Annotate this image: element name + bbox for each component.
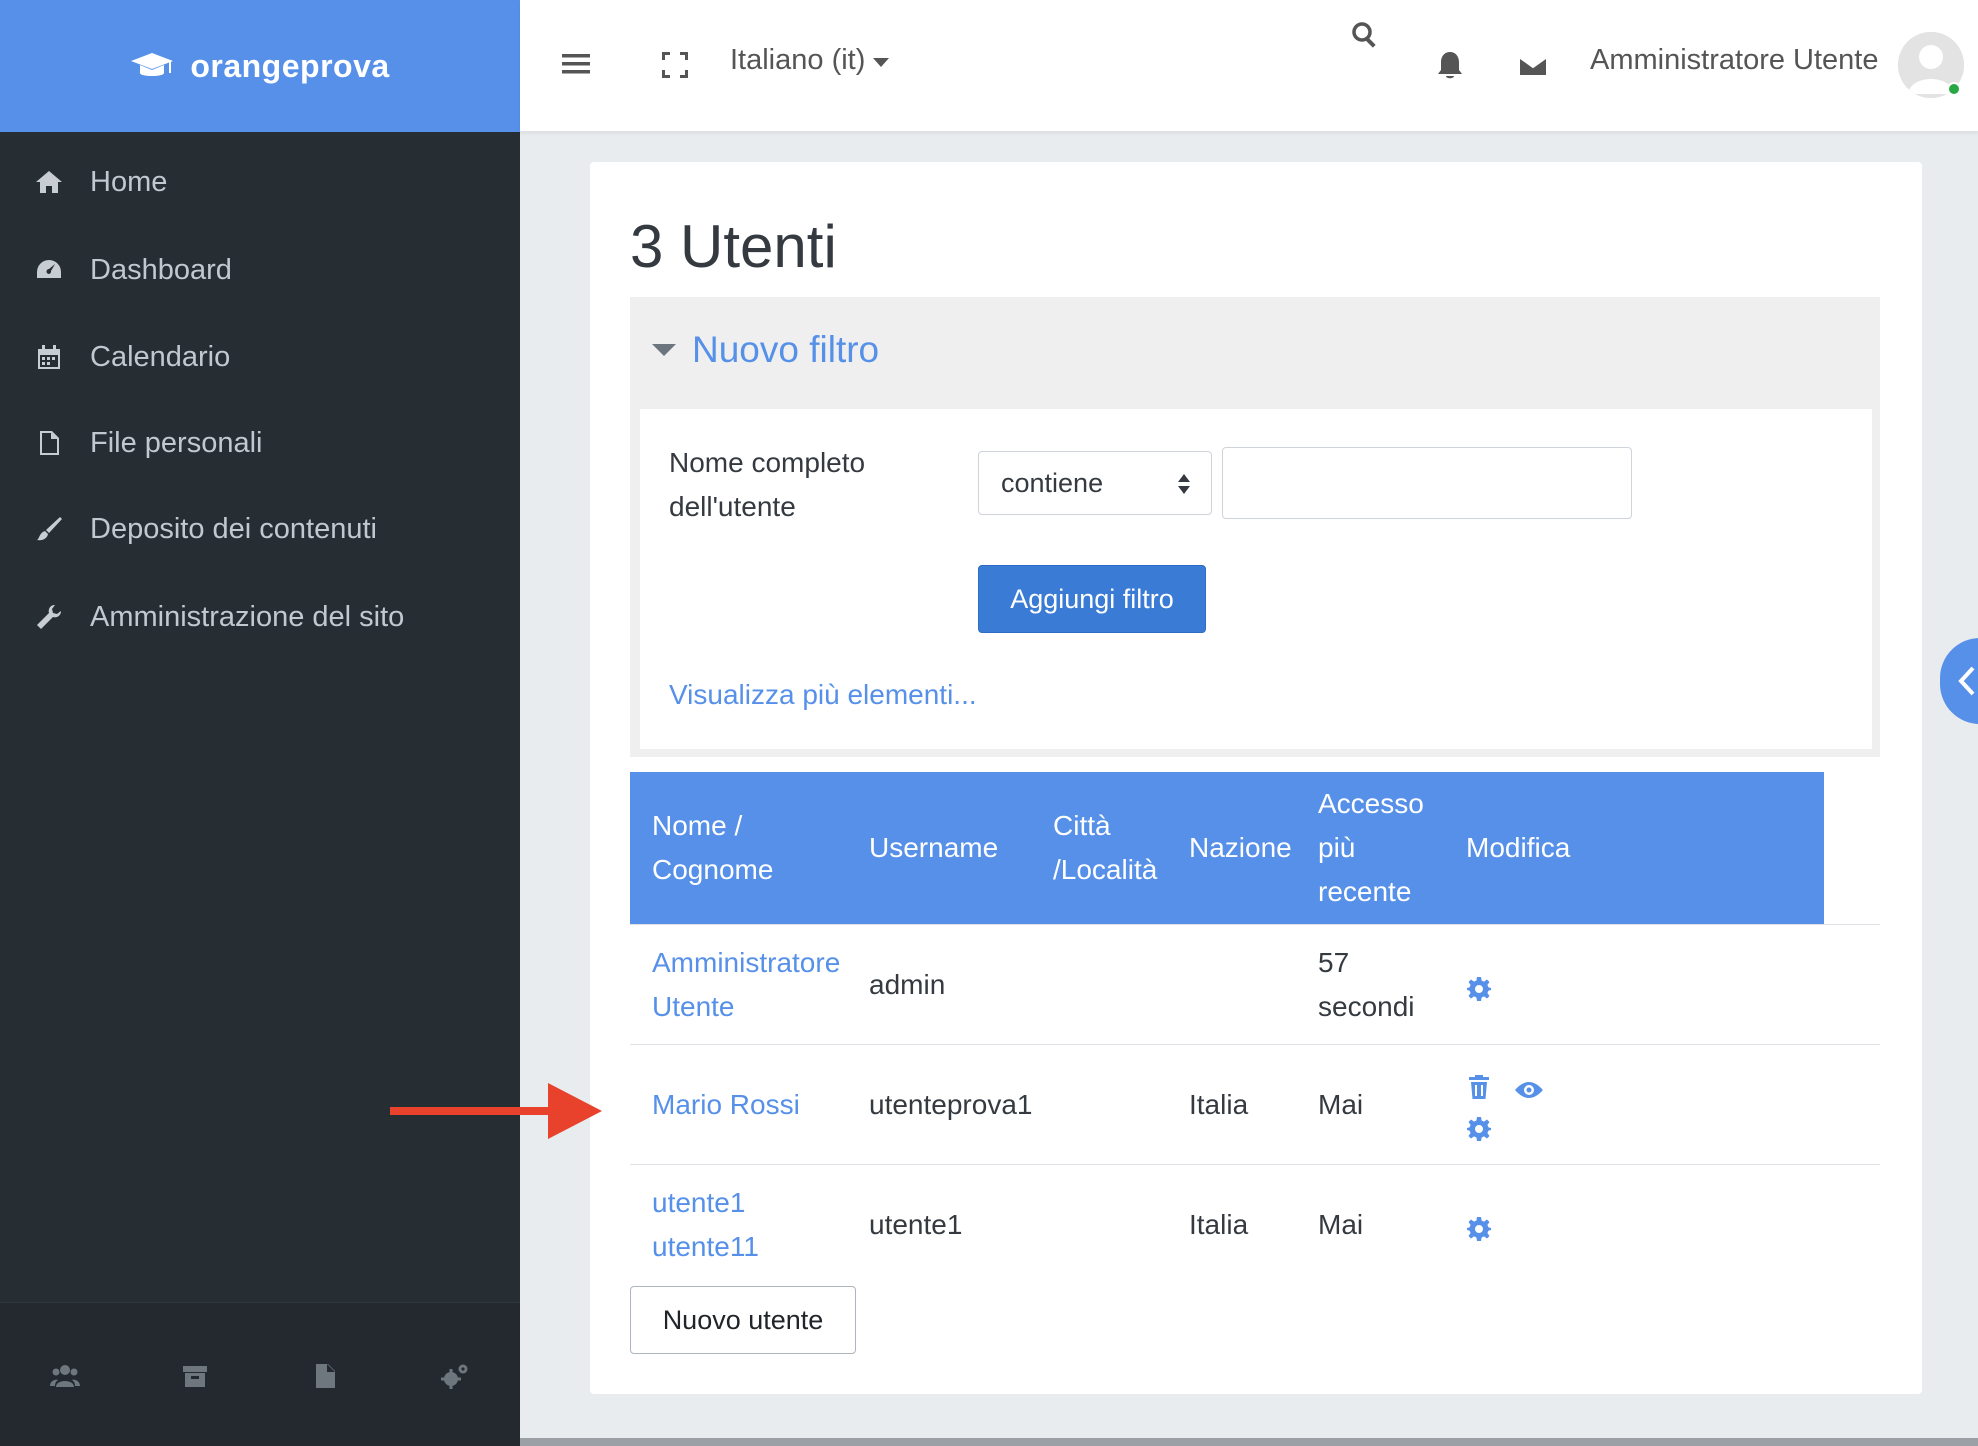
- table-header: Nome / Cognome Username Città /Località …: [630, 772, 1824, 924]
- last-access-cell: Mai: [1318, 1088, 1364, 1120]
- sidebar: Home Dashboard Calendario File personali…: [0, 132, 520, 1446]
- filter-field-label: Nome completo dell'utente: [669, 447, 866, 522]
- dashboard-icon: [32, 253, 66, 287]
- brand-header[interactable]: orangeprova: [0, 0, 520, 132]
- filter-value-input[interactable]: [1222, 447, 1632, 519]
- sidebar-item-deposito[interactable]: Deposito dei contenuti: [0, 484, 520, 574]
- column-header-city[interactable]: Città /Località: [1053, 772, 1163, 924]
- search-icon[interactable]: [1350, 20, 1380, 50]
- country-cell: Italia: [1189, 1088, 1249, 1120]
- sidebar-item-label: Home: [90, 165, 168, 198]
- select-updown-icon: [1178, 474, 1190, 494]
- annotation-arrow-icon: [390, 1083, 602, 1139]
- collapse-triangle-icon: [652, 344, 676, 356]
- username-cell: admin: [869, 968, 946, 1000]
- table-row: Amministratore Utente admin 57 secondi: [630, 924, 1880, 1044]
- menu-toggle-icon[interactable]: [562, 52, 590, 76]
- paintbrush-icon: [32, 512, 66, 546]
- last-access-cell: 57 secondi: [1318, 946, 1415, 1022]
- notifications-bell-icon[interactable]: [1436, 50, 1464, 80]
- user-menu[interactable]: Amministratore Utente: [1590, 44, 1879, 77]
- settings-gear-icon[interactable]: [1466, 1211, 1494, 1241]
- table-row: Mario Rossi utenteprova1 Italia Mai: [630, 1044, 1880, 1164]
- city-cell: [1053, 1045, 1163, 1164]
- language-label: Italiano (it): [730, 44, 866, 76]
- filter-operator-value: contiene: [1001, 467, 1104, 498]
- page-title: 3 Utenti: [630, 213, 837, 280]
- sidebar-item-amministrazione[interactable]: Amministrazione del sito: [0, 572, 520, 662]
- view-eye-icon[interactable]: [1514, 1069, 1548, 1098]
- page-bottom-edge: [520, 1438, 1978, 1446]
- user-name-link[interactable]: Mario Rossi: [652, 1083, 800, 1127]
- country-cell: [1189, 925, 1309, 1044]
- user-name-link[interactable]: utente1 utente11: [652, 1181, 852, 1269]
- show-more-link[interactable]: Visualizza più elementi...: [669, 679, 977, 711]
- filter-legend-label: Nuovo filtro: [692, 329, 880, 370]
- filter-legend-toggle[interactable]: Nuovo filtro: [652, 329, 879, 371]
- sidebar-item-calendar[interactable]: Calendario: [0, 312, 520, 402]
- sidebar-item-label: Deposito dei contenuti: [90, 512, 377, 545]
- column-header-username[interactable]: Username: [869, 772, 1039, 924]
- language-menu[interactable]: Italiano (it): [730, 44, 890, 77]
- filter-operator-select[interactable]: contiene: [978, 451, 1212, 515]
- settings-gear-icon[interactable]: [1466, 971, 1494, 1001]
- chevron-left-icon: [1958, 666, 1975, 696]
- sidebar-item-home[interactable]: Home: [0, 137, 520, 227]
- filter-form: Nome completo dell'utente contiene Aggiu…: [640, 409, 1872, 749]
- column-header-country[interactable]: Nazione: [1189, 772, 1309, 924]
- country-cell: Italia: [1189, 1208, 1249, 1240]
- sidebar-item-label: Amministrazione del sito: [90, 600, 405, 633]
- messages-envelope-icon[interactable]: [1518, 54, 1548, 78]
- column-header-edit: Modifica: [1466, 832, 1571, 863]
- calendar-icon: [32, 340, 66, 374]
- users-icon[interactable]: [48, 1359, 82, 1393]
- graduation-cap-icon: [131, 53, 174, 76]
- settings-gear-icon[interactable]: [1466, 1111, 1494, 1141]
- document-icon[interactable]: [308, 1359, 342, 1393]
- caret-down-icon: [873, 58, 890, 67]
- drawer-toggle-button[interactable]: [1940, 638, 1978, 724]
- sidebar-item-label: File personali: [90, 426, 263, 459]
- main-content-card: 3 Utenti Nuovo filtro Nome completo dell…: [590, 162, 1922, 1394]
- site-name: orangeprova: [190, 47, 390, 84]
- new-user-button[interactable]: Nuovo utente: [630, 1286, 856, 1354]
- archive-icon[interactable]: [178, 1359, 212, 1393]
- sidebar-footer: [0, 1302, 520, 1446]
- online-status-indicator: [1947, 82, 1961, 96]
- wrench-icon: [32, 600, 66, 634]
- top-navbar: Italiano (it) Amministratore Utente: [520, 0, 1978, 132]
- sidebar-item-label: Dashboard: [90, 253, 232, 286]
- last-access-cell: Mai: [1318, 1208, 1364, 1240]
- username-cell: utente1: [869, 1208, 963, 1240]
- cogs-icon[interactable]: [438, 1359, 472, 1393]
- table-row: utente1 utente11 utente1 Italia Mai: [630, 1164, 1880, 1284]
- sidebar-item-file-personali[interactable]: File personali: [0, 398, 520, 488]
- user-name-link[interactable]: Amministratore Utente: [652, 941, 852, 1029]
- fullscreen-icon[interactable]: [660, 50, 690, 80]
- username-cell: utenteprova1: [869, 1088, 1033, 1120]
- sidebar-item-dashboard[interactable]: Dashboard: [0, 225, 520, 315]
- city-cell: [1053, 1165, 1163, 1284]
- column-header-name[interactable]: Nome / Cognome: [652, 772, 852, 924]
- home-icon: [32, 165, 66, 199]
- sidebar-item-label: Calendario: [90, 340, 231, 373]
- column-header-last-access[interactable]: Accesso più recente: [1318, 772, 1438, 924]
- file-icon: [32, 426, 66, 460]
- filter-fieldset: Nuovo filtro Nome completo dell'utente c…: [630, 297, 1880, 757]
- delete-trash-icon[interactable]: [1466, 1069, 1494, 1099]
- city-cell: [1053, 925, 1163, 1044]
- add-filter-button[interactable]: Aggiungi filtro: [978, 565, 1206, 633]
